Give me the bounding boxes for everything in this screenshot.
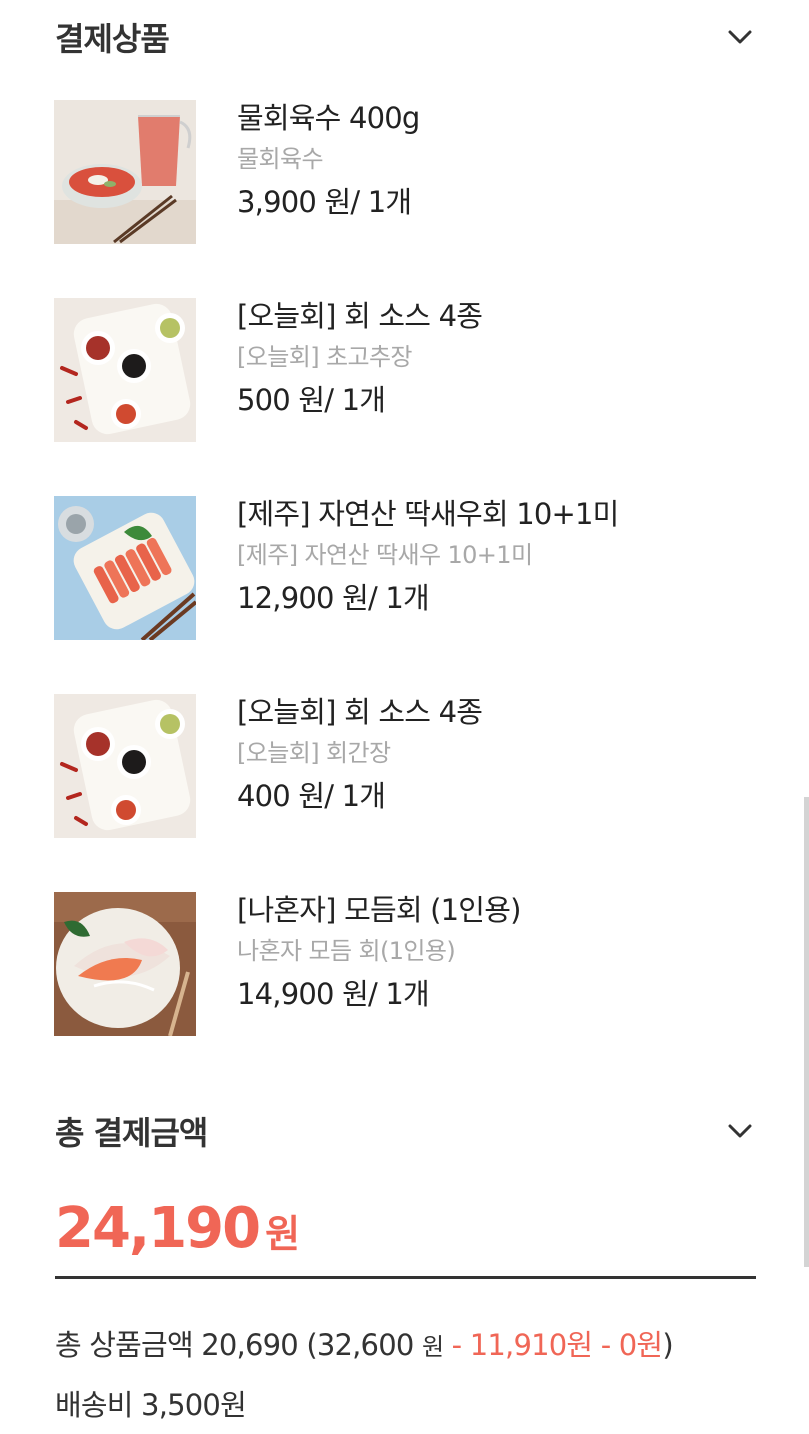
shipping-fee: 배송비 3,500원 xyxy=(55,1388,247,1422)
scrollbar[interactable] xyxy=(804,797,809,1267)
product-item[interactable]: [오늘회] 회 소스 4종 [오늘회] 초고추장 500 원/ 1개 xyxy=(54,298,754,496)
product-image xyxy=(54,100,196,244)
product-image xyxy=(54,892,196,1036)
total-amount-value: 24,190 xyxy=(55,1196,261,1261)
product-name: [오늘회] 회 소스 4종 xyxy=(237,695,483,729)
breakdown-label: 총 상품금액 20,690 (32,600 xyxy=(55,1328,414,1362)
product-item[interactable]: [제주] 자연산 딱새우회 10+1미 [제주] 자연산 딱새우 10+1미 1… xyxy=(54,496,754,694)
product-item[interactable]: [나혼자] 모듬회 (1인용) 나혼자 모듬 회(1인용) 14,900 원/ … xyxy=(54,892,754,1090)
product-image xyxy=(54,496,196,640)
product-name: [오늘회] 회 소스 4종 xyxy=(237,299,483,333)
total-amount-unit: 원 xyxy=(265,1212,300,1256)
product-option: [오늘회] 회간장 xyxy=(237,739,391,767)
product-price: 14,900 원/ 1개 xyxy=(237,977,430,1011)
payment-products-title: 결제상품 xyxy=(55,20,170,58)
breakdown-won: 원 xyxy=(421,1333,444,1361)
total-amount: 24,190 원 xyxy=(55,1196,300,1261)
payment-products-header[interactable]: 결제상품 xyxy=(55,14,754,60)
product-list: 물회육수 400g 물회육수 3,900 원/ 1개 [오늘회] 회 소스 4종… xyxy=(54,100,754,1090)
product-price: 500 원/ 1개 xyxy=(237,383,386,417)
chevron-down-icon[interactable] xyxy=(726,23,754,51)
breakdown-discount: - 11,910원 - 0원 xyxy=(443,1328,663,1362)
product-price: 400 원/ 1개 xyxy=(237,779,386,813)
product-option: [제주] 자연산 딱새우 10+1미 xyxy=(237,541,533,569)
divider xyxy=(55,1276,756,1279)
product-price: 3,900 원/ 1개 xyxy=(237,185,412,219)
product-image xyxy=(54,298,196,442)
product-option: 물회육수 xyxy=(237,145,324,173)
product-option: [오늘회] 초고추장 xyxy=(237,343,413,371)
product-item[interactable]: 물회육수 400g 물회육수 3,900 원/ 1개 xyxy=(54,100,754,298)
total-payment-title: 총 결제금액 xyxy=(55,1114,208,1152)
total-payment-header[interactable]: 총 결제금액 xyxy=(55,1108,754,1154)
chevron-down-icon[interactable] xyxy=(726,1117,754,1145)
price-breakdown: 총 상품금액 20,690 (32,600 원 - 11,910원 - 0원) xyxy=(55,1322,674,1364)
product-price: 12,900 원/ 1개 xyxy=(237,581,430,615)
breakdown-close: ) xyxy=(662,1328,673,1362)
product-name: [제주] 자연산 딱새우회 10+1미 xyxy=(237,497,619,531)
product-image xyxy=(54,694,196,838)
product-name: 물회육수 400g xyxy=(237,101,420,135)
product-name: [나혼자] 모듬회 (1인용) xyxy=(237,893,521,927)
product-item[interactable]: [오늘회] 회 소스 4종 [오늘회] 회간장 400 원/ 1개 xyxy=(54,694,754,892)
product-option: 나혼자 모듬 회(1인용) xyxy=(237,937,456,965)
